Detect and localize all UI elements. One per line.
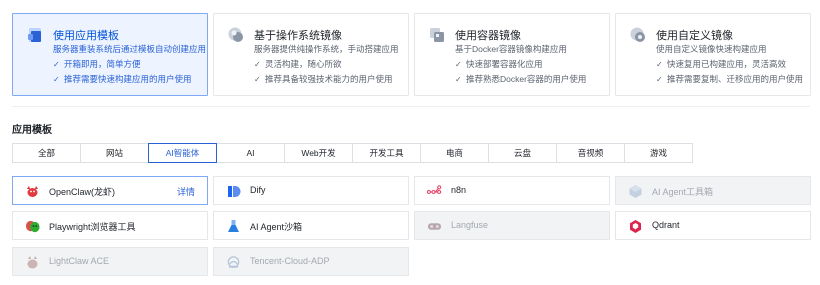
tab-ecommerce[interactable]: 电商	[420, 143, 489, 163]
check-icon: ✓	[53, 75, 60, 84]
app-card-dify[interactable]: Dify	[213, 176, 409, 205]
check-icon: ✓	[455, 60, 462, 69]
tab-games[interactable]: 游戏	[624, 143, 693, 163]
card-feature: 推荐熟悉Docker容器的用户使用	[466, 74, 587, 84]
app-name: n8n	[451, 185, 467, 195]
ai-agent-toolbox-icon	[628, 184, 643, 199]
container-image-icon	[428, 26, 446, 44]
app-name: Langfuse	[451, 220, 489, 230]
n8n-icon	[427, 184, 442, 199]
app-name: LightClaw ACE	[49, 256, 110, 266]
app-template-icon	[26, 26, 44, 44]
app-card-playwright[interactable]: Playwright浏览器工具	[12, 211, 208, 240]
dify-icon	[226, 184, 241, 199]
card-feature: 快速复用已构建应用，灵活高效	[667, 59, 787, 69]
app-card-ai-agent-sandbox[interactable]: AI Agent沙箱	[213, 211, 409, 240]
tab-web-dev[interactable]: Web开发	[284, 143, 353, 163]
app-name: Dify	[250, 185, 266, 195]
langfuse-icon	[427, 219, 442, 234]
tab-cloud-drive[interactable]: 云盘	[488, 143, 557, 163]
check-icon: ✓	[455, 75, 462, 84]
card-feature: 快速部署容器化应用	[466, 59, 543, 69]
playwright-icon	[25, 219, 40, 234]
app-name: Qdrant	[652, 220, 680, 230]
tab-ai[interactable]: AI	[216, 143, 285, 163]
check-icon: ✓	[656, 75, 663, 84]
card-subtitle: 基于Docker容器镜像构建应用	[455, 44, 567, 54]
mode-card-os-image[interactable]: 基于操作系统镜像 服务器提供纯操作系统，手动搭建应用 ✓ 灵活构建，随心所欲 ✓ 推…	[213, 13, 409, 96]
app-card-openclaw[interactable]: OpenClaw(龙虾) 详情	[12, 176, 208, 205]
tab-ai-agent[interactable]: AI智能体	[148, 143, 217, 163]
card-title: 基于操作系统镜像	[254, 30, 342, 42]
mode-card-app-template[interactable]: 使用应用模板 服务器重装系统后通过模板自动创建应用 ✓ 开箱即用，简单方便 ✓ 推荐…	[12, 13, 208, 96]
app-card-langfuse: Langfuse	[414, 211, 610, 240]
tencent-cloud-adp-icon	[226, 255, 241, 270]
mode-card-custom-image[interactable]: 使用自定义镜像 使用自定义镜像快速构建应用 ✓ 快速复用已构建应用，灵活高效 ✓ 推…	[615, 13, 811, 96]
section-divider	[12, 106, 810, 107]
check-icon: ✓	[254, 60, 261, 69]
details-link[interactable]: 详情	[177, 185, 195, 198]
tab-dev-tools[interactable]: 开发工具	[352, 143, 421, 163]
card-subtitle: 使用自定义镜像快速构建应用	[656, 44, 767, 54]
ai-agent-sandbox-icon	[226, 219, 241, 234]
card-feature: 推荐需要复制、迁移应用的用户使用	[667, 74, 804, 84]
tab-audio-video[interactable]: 音视频	[556, 143, 625, 163]
app-name: AI Agent工具箱	[652, 187, 714, 197]
card-feature: 推荐需要快速构建应用的用户使用	[64, 74, 192, 84]
check-icon: ✓	[53, 60, 60, 69]
app-card-ai-agent-toolbox: AI Agent工具箱	[615, 176, 811, 205]
tab-website[interactable]: 网站	[80, 143, 149, 163]
lightclaw-icon	[25, 255, 40, 270]
card-subtitle: 服务器提供纯操作系统，手动搭建应用	[254, 44, 399, 54]
os-image-icon	[227, 26, 245, 44]
card-title: 使用应用模板	[53, 30, 119, 42]
mode-card-container-image[interactable]: 使用容器镜像 基于Docker容器镜像构建应用 ✓ 快速部署容器化应用 ✓ 推荐熟悉…	[414, 13, 610, 96]
tab-all[interactable]: 全部	[12, 143, 81, 163]
section-title: 应用模板	[12, 125, 52, 136]
app-name: OpenClaw(龙虾)	[49, 187, 116, 197]
app-name: Playwright浏览器工具	[49, 222, 136, 232]
card-title: 使用容器镜像	[455, 30, 521, 42]
check-icon: ✓	[254, 75, 261, 84]
app-name: Tencent-Cloud-ADP	[250, 256, 330, 266]
qdrant-icon	[628, 219, 643, 234]
app-card-qdrant[interactable]: Qdrant	[615, 211, 811, 240]
card-title: 使用自定义镜像	[656, 30, 733, 42]
custom-image-icon	[629, 26, 647, 44]
card-feature: 开箱即用，简单方便	[64, 59, 141, 69]
app-card-lightclaw-ace: LightClaw ACE	[12, 247, 208, 276]
check-icon: ✓	[656, 60, 663, 69]
app-card-tencent-cloud-adp: Tencent-Cloud-ADP	[213, 247, 409, 276]
category-tabs: 全部 网站 AI智能体 AI Web开发 开发工具 电商 云盘 音视频 游戏	[12, 143, 693, 163]
openclaw-icon	[25, 184, 40, 199]
card-feature: 推荐具备较强技术能力的用户使用	[265, 74, 393, 84]
app-name: AI Agent沙箱	[250, 222, 303, 232]
app-card-n8n[interactable]: n8n	[414, 176, 610, 205]
card-feature: 灵活构建，随心所欲	[265, 59, 342, 69]
card-subtitle: 服务器重装系统后通过模板自动创建应用	[53, 44, 207, 54]
